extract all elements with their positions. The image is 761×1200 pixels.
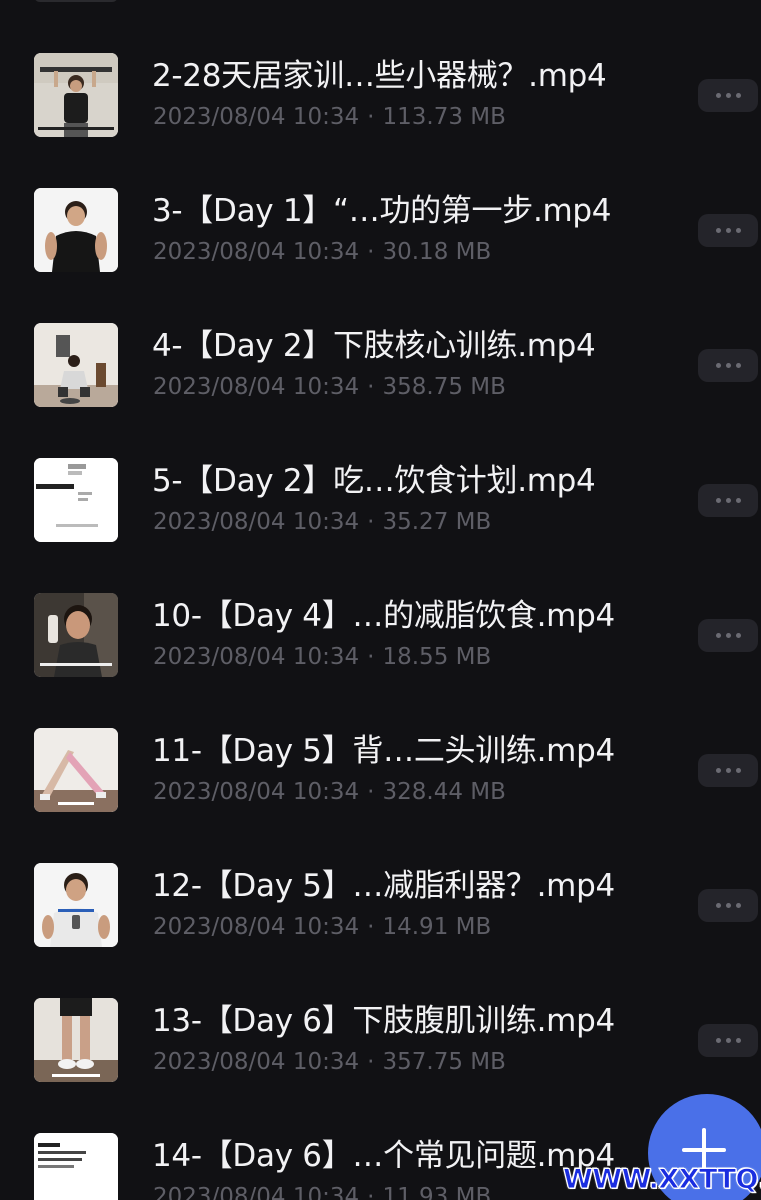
- video-thumbnail: [34, 458, 118, 542]
- file-date: 2023/08/04 10:34: [153, 644, 360, 670]
- file-size: 30.18 MB: [382, 239, 492, 265]
- file-size: 14.91 MB: [382, 914, 492, 940]
- file-name: 2-28天居家训…些小器械？.mp4: [152, 58, 607, 94]
- file-size: 113.73 MB: [382, 104, 506, 130]
- partial-thumbnail: [34, 0, 118, 2]
- more-dot-icon: [725, 93, 731, 98]
- file-name: 12-【Day 5】…减脂利器？.mp4: [152, 868, 615, 904]
- more-dot-icon: [735, 228, 741, 233]
- more-options-button[interactable]: [698, 1024, 758, 1057]
- video-thumbnail: [34, 188, 118, 272]
- file-date: 2023/08/04 10:34: [153, 104, 360, 130]
- more-dot-icon: [725, 1038, 731, 1043]
- file-meta: 2023/08/04 10:34 · 113.73 MB: [153, 103, 506, 131]
- file-name: 3-【Day 1】“…功的第一步.mp4: [152, 193, 612, 229]
- more-options-button[interactable]: [698, 754, 758, 787]
- file-row[interactable]: 11-【Day 5】背…二头训练.mp4 2023/08/04 10:34 · 32…: [0, 702, 761, 837]
- separator: ·: [367, 1184, 375, 1200]
- more-options-button[interactable]: [698, 349, 758, 382]
- video-thumbnail: [34, 728, 118, 812]
- separator: ·: [367, 914, 375, 940]
- file-name: 10-【Day 4】…的减脂饮食.mp4: [152, 598, 615, 634]
- file-date: 2023/08/04 10:34: [153, 1184, 360, 1200]
- more-dot-icon: [725, 228, 731, 233]
- more-dot-icon: [725, 768, 731, 773]
- more-dot-icon: [735, 768, 741, 773]
- file-row[interactable]: 10-【Day 4】…的减脂饮食.mp4 2023/08/04 10:34 · 18…: [0, 567, 761, 702]
- more-dot-icon: [725, 633, 731, 638]
- video-thumbnail: [34, 998, 118, 1082]
- file-meta: 2023/08/04 10:34 · 357.75 MB: [153, 1048, 506, 1076]
- file-size: 358.75 MB: [382, 374, 506, 400]
- file-date: 2023/08/04 10:34: [153, 779, 360, 805]
- file-meta: 2023/08/04 10:34 · 358.75 MB: [153, 373, 506, 401]
- file-date: 2023/08/04 10:34: [153, 914, 360, 940]
- file-meta: 2023/08/04 10:34 · 18.55 MB: [153, 643, 491, 671]
- file-name: 11-【Day 5】背…二头训练.mp4: [152, 733, 615, 769]
- file-meta: 2023/08/04 10:34 · 35.27 MB: [153, 508, 491, 536]
- video-thumbnail: [34, 53, 118, 137]
- file-name: 5-【Day 2】吃…饮食计划.mp4: [152, 463, 596, 499]
- video-thumbnail: [34, 1133, 118, 1200]
- more-dot-icon: [715, 93, 721, 98]
- file-list-screen: 2-28天居家训…些小器械？.mp4 2023/08/04 10:34 · 113.…: [0, 0, 761, 1200]
- file-size: 328.44 MB: [382, 779, 506, 805]
- file-name: 14-【Day 6】…个常见问题.mp4: [152, 1138, 615, 1174]
- file-date: 2023/08/04 10:34: [153, 374, 360, 400]
- file-size: 357.75 MB: [382, 1049, 506, 1075]
- more-options-button[interactable]: [698, 889, 758, 922]
- video-thumbnail: [34, 593, 118, 677]
- watermark: WWW.XXTTQ.COM: [563, 1164, 761, 1196]
- more-dot-icon: [715, 903, 721, 908]
- file-name: 4-【Day 2】下肢核心训练.mp4: [152, 328, 596, 364]
- file-name: 13-【Day 6】下肢腹肌训练.mp4: [152, 1003, 615, 1039]
- more-dot-icon: [735, 363, 741, 368]
- more-dot-icon: [725, 903, 731, 908]
- more-dot-icon: [715, 498, 721, 503]
- file-meta: 2023/08/04 10:34 · 328.44 MB: [153, 778, 506, 806]
- file-date: 2023/08/04 10:34: [153, 1049, 360, 1075]
- more-dot-icon: [715, 363, 721, 368]
- file-meta: 2023/08/04 10:34 · 30.18 MB: [153, 238, 491, 266]
- file-meta: 2023/08/04 10:34 · 11.93 MB: [153, 1183, 491, 1200]
- file-date: 2023/08/04 10:34: [153, 239, 360, 265]
- more-options-button[interactable]: [698, 484, 758, 517]
- video-thumbnail: [34, 323, 118, 407]
- file-list: 2-28天居家训…些小器械？.mp4 2023/08/04 10:34 · 113.…: [0, 27, 761, 1200]
- file-row[interactable]: 4-【Day 2】下肢核心训练.mp4 2023/08/04 10:34 · 358…: [0, 297, 761, 432]
- more-dot-icon: [725, 498, 731, 503]
- more-dot-icon: [735, 903, 741, 908]
- more-dot-icon: [735, 633, 741, 638]
- separator: ·: [367, 104, 375, 130]
- file-size: 11.93 MB: [382, 1184, 492, 1200]
- separator: ·: [367, 779, 375, 805]
- file-row[interactable]: 12-【Day 5】…减脂利器？.mp4 2023/08/04 10:34 · 14…: [0, 837, 761, 972]
- more-options-button[interactable]: [698, 619, 758, 652]
- separator: ·: [367, 1049, 375, 1075]
- separator: ·: [367, 374, 375, 400]
- more-dot-icon: [735, 93, 741, 98]
- file-size: 18.55 MB: [382, 644, 492, 670]
- more-dot-icon: [735, 498, 741, 503]
- more-options-button[interactable]: [698, 79, 758, 112]
- more-dot-icon: [735, 1038, 741, 1043]
- separator: ·: [367, 239, 375, 265]
- more-dot-icon: [715, 228, 721, 233]
- file-size: 35.27 MB: [382, 509, 492, 535]
- more-dot-icon: [715, 1038, 721, 1043]
- separator: ·: [367, 509, 375, 535]
- more-options-button[interactable]: [698, 214, 758, 247]
- file-row[interactable]: 13-【Day 6】下肢腹肌训练.mp4 2023/08/04 10:34 · 35…: [0, 972, 761, 1107]
- separator: ·: [367, 644, 375, 670]
- file-row[interactable]: 3-【Day 1】“…功的第一步.mp4 2023/08/04 10:34 · 30…: [0, 162, 761, 297]
- file-meta: 2023/08/04 10:34 · 14.91 MB: [153, 913, 491, 941]
- more-dot-icon: [715, 633, 721, 638]
- file-row[interactable]: 2-28天居家训…些小器械？.mp4 2023/08/04 10:34 · 113.…: [0, 27, 761, 162]
- file-row[interactable]: 5-【Day 2】吃…饮食计划.mp4 2023/08/04 10:34 · 35.…: [0, 432, 761, 567]
- file-date: 2023/08/04 10:34: [153, 509, 360, 535]
- more-dot-icon: [725, 363, 731, 368]
- video-thumbnail: [34, 863, 118, 947]
- more-dot-icon: [715, 768, 721, 773]
